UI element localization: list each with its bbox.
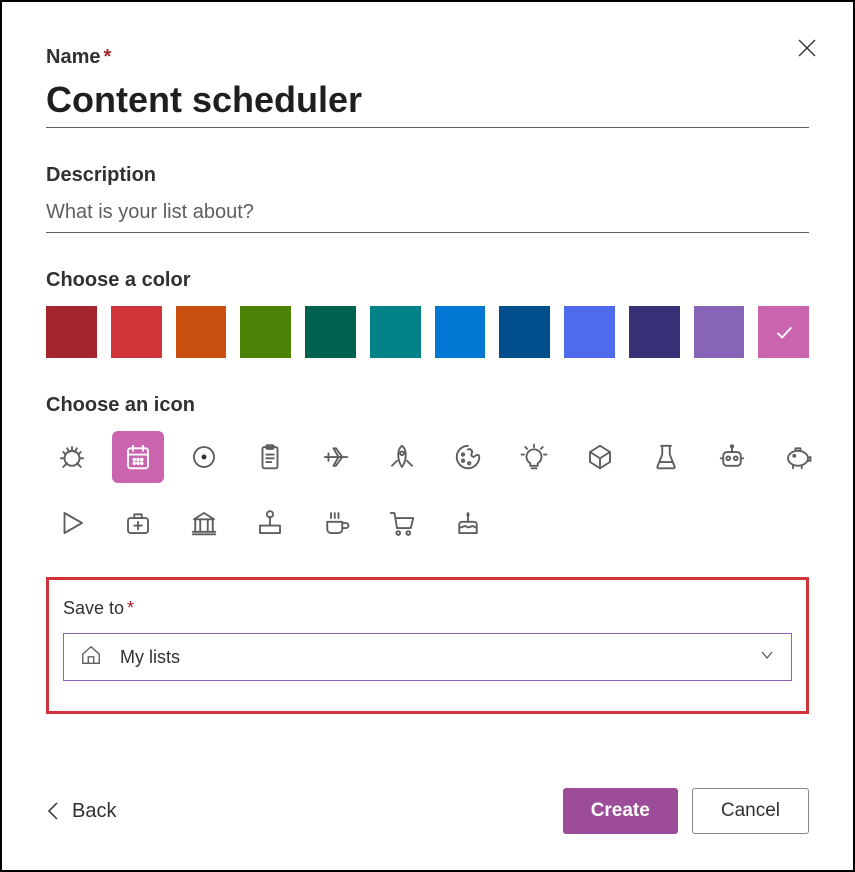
icon-option-cart[interactable] bbox=[376, 497, 428, 549]
color-swatch-purple[interactable] bbox=[694, 306, 745, 358]
required-mark: * bbox=[127, 598, 134, 618]
close-icon bbox=[797, 38, 817, 58]
icon-option-target[interactable] bbox=[178, 431, 230, 483]
firstaid-icon bbox=[123, 508, 153, 538]
bank-icon bbox=[189, 508, 219, 538]
play-icon bbox=[57, 508, 87, 538]
create-button[interactable]: Create bbox=[563, 788, 678, 834]
cancel-button[interactable]: Cancel bbox=[692, 788, 809, 834]
save-to-highlight: Save to* My lists bbox=[46, 577, 809, 714]
icon-option-firstaid[interactable] bbox=[112, 497, 164, 549]
color-swatch-dark-blue[interactable] bbox=[499, 306, 550, 358]
description-input[interactable] bbox=[46, 197, 809, 233]
chevron-down-icon bbox=[759, 647, 775, 668]
back-button[interactable]: Back bbox=[46, 800, 116, 823]
name-field: Name* bbox=[46, 46, 809, 128]
map-pin-icon bbox=[255, 508, 285, 538]
icon-option-beaker[interactable] bbox=[640, 431, 692, 483]
icon-option-airplane[interactable] bbox=[310, 431, 362, 483]
cake-icon bbox=[453, 508, 483, 538]
name-label: Name* bbox=[46, 46, 809, 69]
lightbulb-icon bbox=[519, 442, 549, 472]
icon-option-coffee[interactable] bbox=[310, 497, 362, 549]
back-label: Back bbox=[72, 800, 116, 823]
calendar-icon bbox=[123, 442, 153, 472]
icon-field: Choose an icon bbox=[46, 394, 809, 549]
beaker-icon bbox=[651, 442, 681, 472]
icon-option-bank[interactable] bbox=[178, 497, 230, 549]
color-swatch-orange[interactable] bbox=[176, 306, 227, 358]
save-to-label: Save to* bbox=[63, 598, 792, 619]
airplane-icon bbox=[321, 442, 351, 472]
cube-icon bbox=[585, 442, 615, 472]
chevron-left-icon bbox=[46, 800, 60, 822]
dialog-footer: Back Create Cancel bbox=[46, 788, 809, 834]
color-swatch-teal[interactable] bbox=[370, 306, 421, 358]
color-swatch-row bbox=[46, 306, 809, 358]
color-swatch-red[interactable] bbox=[111, 306, 162, 358]
description-field: Description bbox=[46, 164, 809, 233]
piggybank-icon bbox=[783, 442, 813, 472]
color-swatch-dark-teal[interactable] bbox=[305, 306, 356, 358]
color-swatch-dark-red[interactable] bbox=[46, 306, 97, 358]
rocket-icon bbox=[387, 442, 417, 472]
check-icon bbox=[773, 321, 795, 343]
name-input[interactable] bbox=[46, 79, 809, 128]
cart-icon bbox=[387, 508, 417, 538]
robot-icon bbox=[717, 442, 747, 472]
description-label: Description bbox=[46, 164, 809, 187]
icon-option-bug[interactable] bbox=[46, 431, 98, 483]
target-icon bbox=[189, 442, 219, 472]
icon-option-clipboard[interactable] bbox=[244, 431, 296, 483]
clipboard-icon bbox=[255, 442, 285, 472]
icon-option-cake[interactable] bbox=[442, 497, 494, 549]
icon-option-robot[interactable] bbox=[706, 431, 758, 483]
bug-icon bbox=[57, 442, 87, 472]
color-swatch-indigo[interactable] bbox=[629, 306, 680, 358]
save-to-value: My lists bbox=[120, 647, 180, 668]
color-swatch-periwinkle[interactable] bbox=[564, 306, 615, 358]
icon-option-play[interactable] bbox=[46, 497, 98, 549]
create-list-dialog: Name* Description Choose a color Choose … bbox=[0, 0, 855, 872]
icon-option-lightbulb[interactable] bbox=[508, 431, 560, 483]
save-to-dropdown[interactable]: My lists bbox=[63, 633, 792, 681]
icon-option-palette[interactable] bbox=[442, 431, 494, 483]
icon-grid bbox=[46, 431, 826, 549]
required-mark: * bbox=[103, 46, 111, 68]
color-field: Choose a color bbox=[46, 269, 809, 358]
icon-option-calendar[interactable] bbox=[112, 431, 164, 483]
palette-icon bbox=[453, 442, 483, 472]
color-swatch-pink[interactable] bbox=[758, 306, 809, 358]
color-swatch-blue[interactable] bbox=[435, 306, 486, 358]
icon-label: Choose an icon bbox=[46, 394, 809, 417]
icon-option-cube[interactable] bbox=[574, 431, 626, 483]
color-swatch-green[interactable] bbox=[240, 306, 291, 358]
home-icon bbox=[80, 644, 102, 671]
close-button[interactable] bbox=[797, 38, 817, 63]
color-label: Choose a color bbox=[46, 269, 809, 292]
coffee-icon bbox=[321, 508, 351, 538]
icon-option-map-pin[interactable] bbox=[244, 497, 296, 549]
icon-option-piggybank[interactable] bbox=[772, 431, 824, 483]
icon-option-rocket[interactable] bbox=[376, 431, 428, 483]
